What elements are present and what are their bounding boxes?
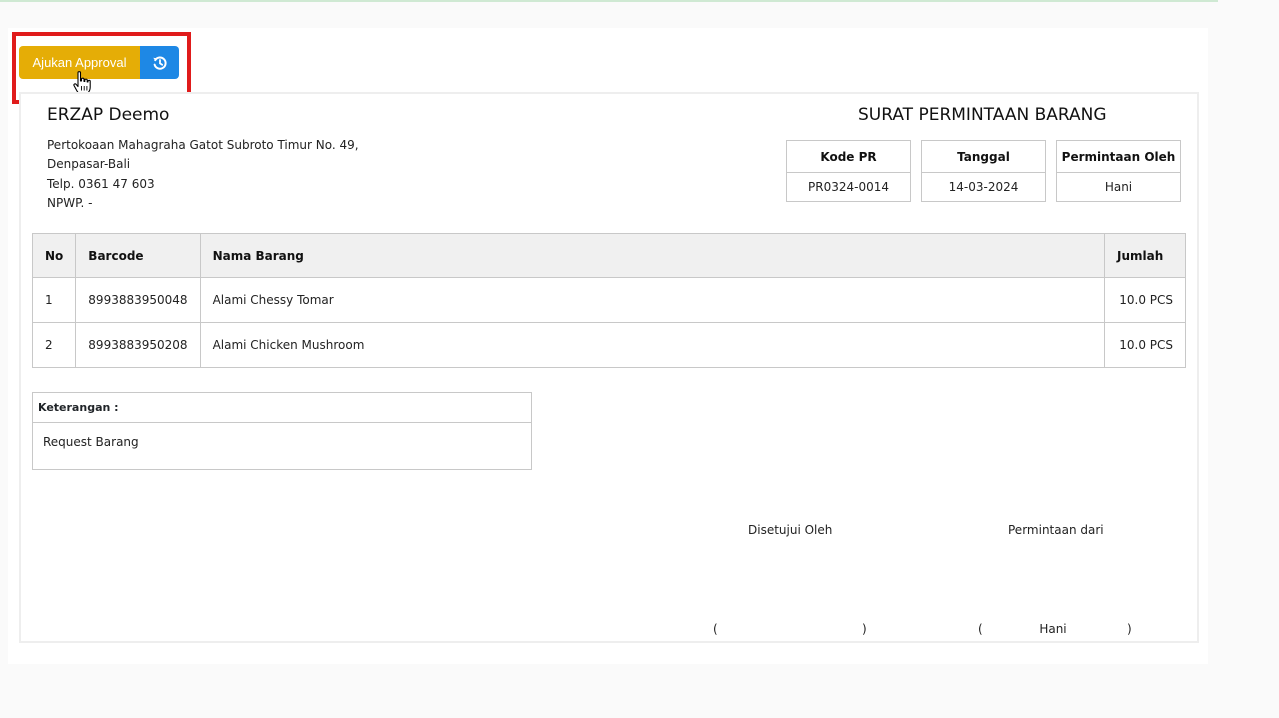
- requested-from-label: Permintaan dari: [1008, 523, 1104, 537]
- cell-no: 2: [31, 322, 77, 368]
- requested-signature-open-paren: (: [978, 622, 983, 636]
- info-value: PR0324-0014: [808, 180, 889, 194]
- table-row: 1 8993883950048 Alami Chessy Tomar 10.0 …: [31, 277, 1186, 323]
- requested-signature-name: Hani: [1039, 622, 1067, 636]
- company-npwp: NPWP. -: [47, 196, 93, 210]
- info-permintaan-oleh: Permintaan Oleh Hani: [1056, 140, 1181, 202]
- approved-by-label: Disetujui Oleh: [748, 523, 833, 537]
- cell-jumlah: 10.0 PCS: [1104, 322, 1186, 368]
- requested-signature-close-paren: ): [1127, 622, 1132, 636]
- column-header-no: No: [31, 233, 77, 278]
- cell-no: 1: [31, 277, 77, 323]
- document-title: SURAT PERMINTAAN BARANG: [858, 105, 1107, 125]
- info-label: Kode PR: [787, 141, 910, 173]
- info-value: Hani: [1104, 180, 1133, 194]
- company-name: ERZAP Deemo: [47, 105, 170, 125]
- column-header-barcode: Barcode: [75, 233, 201, 278]
- info-tanggal: Tanggal 14-03-2024: [921, 140, 1046, 202]
- top-border: [0, 0, 1218, 2]
- company-address-line1: Pertokoaan Mahagraha Gatot Subroto Timur…: [47, 138, 359, 152]
- info-kode-pr: Kode PR PR0324-0014: [786, 140, 911, 202]
- cell-barcode: 8993883950208: [75, 322, 201, 368]
- note-value: Request Barang: [43, 435, 139, 449]
- table-row: 2 8993883950208 Alami Chicken Mushroom 1…: [31, 322, 1186, 368]
- cell-nama-barang: Alami Chessy Tomar: [199, 277, 1106, 323]
- approved-signature-open-paren: (: [713, 622, 718, 636]
- info-label: Permintaan Oleh: [1057, 141, 1180, 173]
- cell-barcode: 8993883950048: [75, 277, 201, 323]
- info-value: 14-03-2024: [948, 180, 1019, 194]
- info-label: Tanggal: [922, 141, 1045, 173]
- approved-signature-close-paren: ): [862, 622, 867, 636]
- note-label: Keterangan :: [33, 393, 531, 423]
- company-phone: Telp. 0361 47 603: [47, 177, 155, 191]
- items-table: No Barcode Nama Barang Jumlah 1 89938839…: [31, 233, 1186, 368]
- column-header-nama-barang: Nama Barang: [199, 233, 1106, 278]
- note-box: Keterangan : Request Barang: [32, 392, 532, 470]
- company-address-line2: Denpasar-Bali: [47, 157, 131, 171]
- cell-jumlah: 10.0 PCS: [1104, 277, 1186, 323]
- cell-nama-barang: Alami Chicken Mushroom: [199, 322, 1106, 368]
- column-header-jumlah: Jumlah: [1104, 233, 1186, 278]
- table-header-row: No Barcode Nama Barang Jumlah: [31, 233, 1186, 278]
